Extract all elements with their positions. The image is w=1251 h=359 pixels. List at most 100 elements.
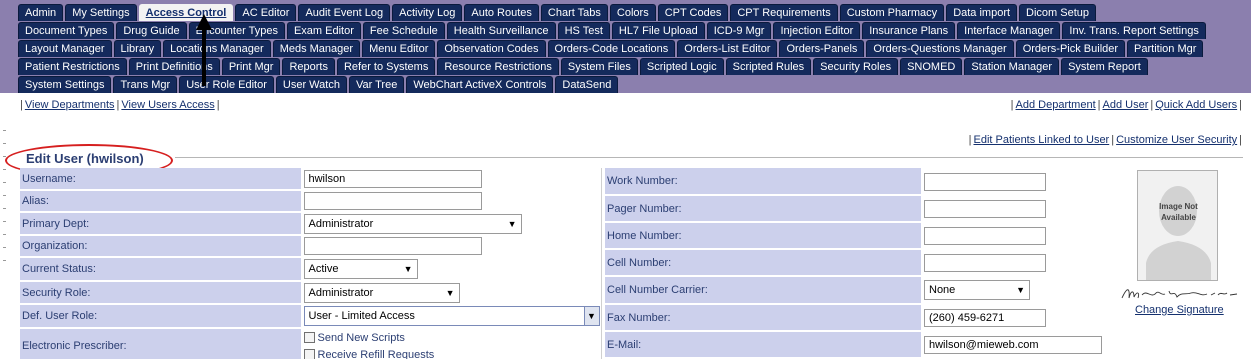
tab-patient-restrictions[interactable]: Patient Restrictions [18, 58, 127, 75]
def-user-role-label: Def. User Role: [20, 304, 301, 329]
current-status-value: Active [308, 263, 339, 275]
tab-refer-to-systems[interactable]: Refer to Systems [336, 58, 436, 75]
tab-orders-questions-manager[interactable]: Orders-Questions Manager [866, 40, 1014, 57]
tab-health-surveillance[interactable]: Health Surveillance [446, 22, 556, 39]
add-department-link[interactable]: Add Department [1016, 99, 1096, 111]
tab-security-roles[interactable]: Security Roles [813, 58, 899, 75]
user-photo: Image Not Available [1137, 170, 1218, 281]
tab-cpt-requirements[interactable]: CPT Requirements [730, 4, 838, 21]
work-number-input[interactable] [924, 172, 1046, 191]
tab-custom-pharmacy[interactable]: Custom Pharmacy [839, 4, 945, 21]
tab-menu-editor[interactable]: Menu Editor [362, 40, 436, 57]
tab-auto-routes[interactable]: Auto Routes [464, 4, 539, 21]
tab-system-report[interactable]: System Report [1061, 58, 1148, 75]
chevron-down-icon: ▼ [507, 218, 517, 229]
alias-row: Alias: [20, 190, 602, 213]
tab-document-types[interactable]: Document Types [18, 22, 115, 39]
tab-hl7-file-upload[interactable]: HL7 File Upload [611, 22, 705, 39]
home-number-row: Home Number: [605, 222, 1105, 250]
primary-dept-select[interactable]: Administrator ▼ [303, 213, 522, 234]
tab-ac-editor[interactable]: AC Editor [235, 4, 297, 21]
tab-my-settings[interactable]: My Settings [65, 4, 137, 21]
tab-scripted-rules[interactable]: Scripted Rules [725, 58, 812, 75]
add-user-link[interactable]: Add User [1103, 99, 1149, 111]
def-user-role-value: User - Limited Access [308, 310, 415, 322]
customize-user-security-link[interactable]: Customize User Security [1116, 134, 1237, 146]
tab-webchart-activex-controls[interactable]: WebChart ActiveX Controls [406, 76, 554, 93]
tab-dicom-setup[interactable]: Dicom Setup [1019, 4, 1097, 21]
fax-number-input[interactable] [924, 308, 1046, 327]
admin-tab-band: Admin My Settings Access Control AC Editor A… [0, 0, 1251, 93]
right-link-bar: | Add Department | Add User | Quick Add Users… [1010, 99, 1242, 111]
tab-partition-mgr[interactable]: Partition Mgr [1127, 40, 1204, 57]
tab-var-tree[interactable]: Var Tree [348, 76, 405, 93]
receive-refill-requests-checkbox[interactable]: Receive Refill Requests [303, 346, 602, 359]
tab-user-watch[interactable]: User Watch [275, 76, 347, 93]
tab-access-control[interactable]: Access Control [138, 4, 234, 21]
tab-orders-panels[interactable]: Orders-Panels [779, 40, 865, 57]
tab-scripted-logic[interactable]: Scripted Logic [639, 58, 724, 75]
view-users-access-link[interactable]: View Users Access [121, 99, 214, 111]
view-departments-link[interactable]: View Departments [25, 99, 115, 111]
home-number-input[interactable] [924, 226, 1046, 245]
tab-trans-mgr[interactable]: Trans Mgr [113, 76, 178, 93]
photo-text-line1: Image Not [1159, 202, 1198, 211]
pager-number-label: Pager Number: [605, 195, 921, 223]
cell-carrier-select[interactable]: None ▼ [924, 280, 1030, 300]
tab-drug-guide[interactable]: Drug Guide [116, 22, 187, 39]
quick-add-users-link[interactable]: Quick Add Users [1155, 99, 1237, 111]
tab-fee-schedule[interactable]: Fee Schedule [362, 22, 445, 39]
pager-number-row: Pager Number: [605, 195, 1105, 223]
send-new-scripts-label: Send New Scripts [317, 331, 405, 344]
tab-datasend[interactable]: DataSend [555, 76, 619, 93]
tab-layout-manager[interactable]: Layout Manager [18, 40, 112, 57]
tab-locations-manager[interactable]: Locations Manager [163, 40, 271, 57]
tab-snomed[interactable]: SNOMED [900, 58, 963, 75]
tab-activity-log[interactable]: Activity Log [392, 4, 463, 21]
tab-user-role-editor[interactable]: User Role Editor [179, 76, 274, 93]
tab-colors[interactable]: Colors [609, 4, 656, 21]
tab-injection-editor[interactable]: Injection Editor [773, 22, 861, 39]
send-new-scripts-checkbox[interactable]: Send New Scripts [303, 329, 602, 346]
tab-orders-list-editor[interactable]: Orders-List Editor [677, 40, 778, 57]
tab-station-manager[interactable]: Station Manager [964, 58, 1060, 75]
tab-reports[interactable]: Reports [282, 58, 335, 75]
tab-system-files[interactable]: System Files [560, 58, 638, 75]
tab-chart-tabs[interactable]: Chart Tabs [540, 4, 608, 21]
work-number-label: Work Number: [605, 168, 921, 196]
tab-print-mgr[interactable]: Print Mgr [221, 58, 281, 75]
tab-exam-editor[interactable]: Exam Editor [286, 22, 361, 39]
change-signature-link[interactable]: Change Signature [1135, 304, 1224, 316]
security-role-select[interactable]: Administrator ▼ [303, 282, 460, 303]
username-row: Username: [20, 168, 602, 191]
tab-system-settings[interactable]: System Settings [18, 76, 112, 93]
tab-observation-codes[interactable]: Observation Codes [437, 40, 546, 57]
photo-text-line2: Available [1161, 213, 1196, 222]
tab-insurance-plans[interactable]: Insurance Plans [862, 22, 956, 39]
tab-audit-event-log[interactable]: Audit Event Log [298, 4, 391, 21]
organization-label: Organization: [20, 235, 301, 258]
tab-orders-pick-builder[interactable]: Orders-Pick Builder [1015, 40, 1126, 57]
tab-orders-code-locations[interactable]: Orders-Code Locations [547, 40, 676, 57]
tab-inv-trans-report-settings[interactable]: Inv. Trans. Report Settings [1062, 22, 1206, 39]
tab-hs-test[interactable]: HS Test [557, 22, 610, 39]
pager-number-input[interactable] [924, 199, 1046, 218]
section-divider [175, 157, 1243, 158]
tab-meds-manager[interactable]: Meds Manager [272, 40, 361, 57]
tab-data-import[interactable]: Data import [946, 4, 1018, 21]
tab-cpt-codes[interactable]: CPT Codes [657, 4, 729, 21]
cell-number-input[interactable] [924, 253, 1046, 272]
tab-library[interactable]: Library [113, 40, 162, 57]
def-user-role-select[interactable]: User - Limited Access ▼ [303, 306, 600, 326]
edit-patients-linked-link[interactable]: Edit Patients Linked to User [973, 134, 1109, 146]
tab-resource-restrictions[interactable]: Resource Restrictions [437, 58, 559, 75]
tab-interface-manager[interactable]: Interface Manager [957, 22, 1061, 39]
username-input[interactable] [303, 170, 482, 188]
checkbox-icon [303, 349, 315, 359]
organization-input[interactable] [303, 237, 482, 255]
email-input[interactable] [924, 335, 1102, 354]
tab-admin[interactable]: Admin [18, 4, 64, 21]
alias-input[interactable] [303, 192, 482, 210]
current-status-select[interactable]: Active ▼ [303, 259, 418, 279]
tab-icd9-mgr[interactable]: ICD-9 Mgr [706, 22, 772, 39]
